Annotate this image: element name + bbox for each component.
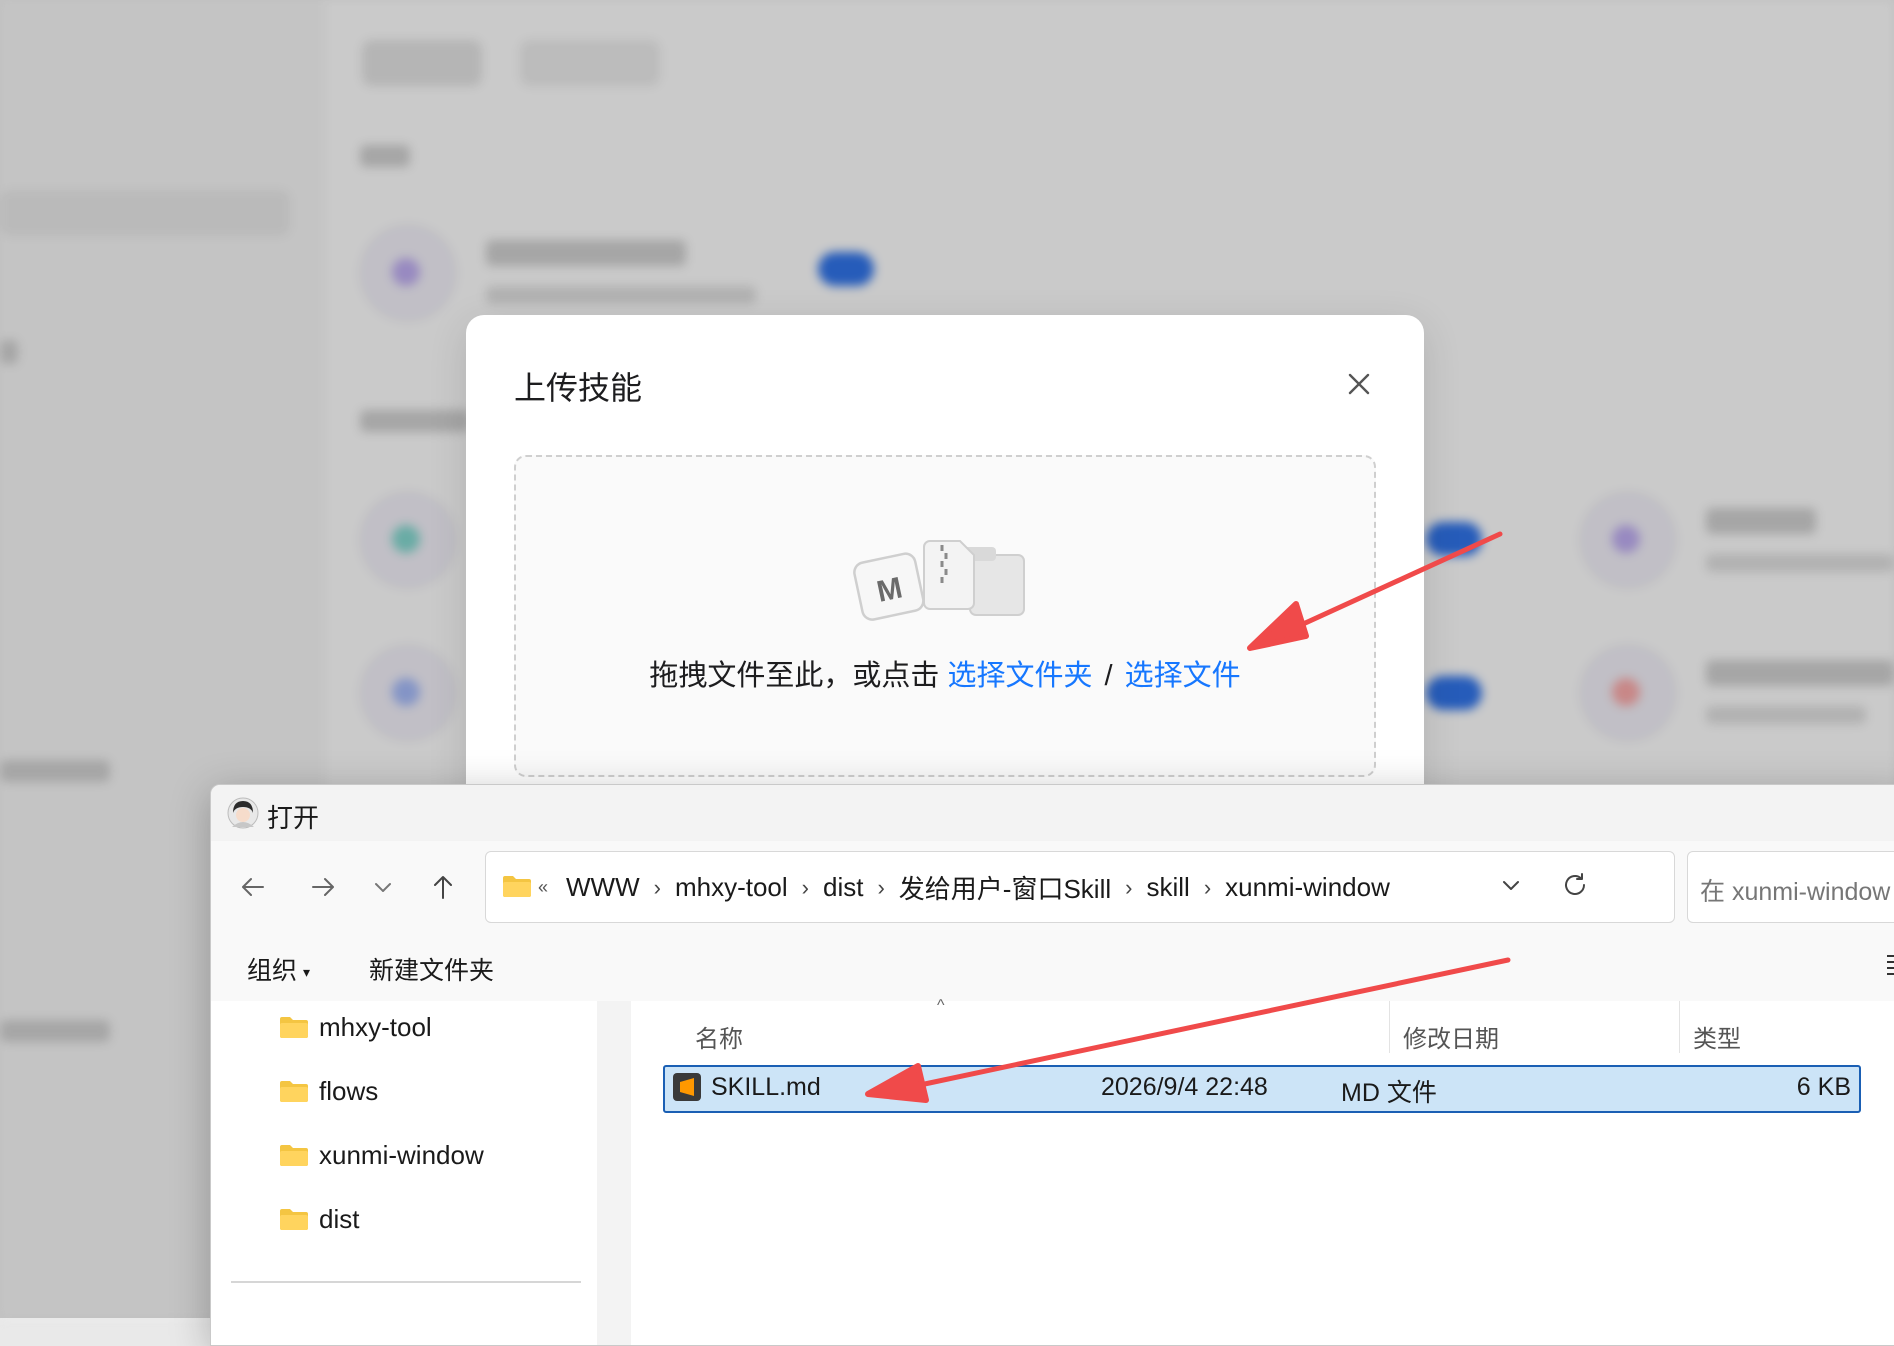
organize-menu-button[interactable]: 组织 ▾ [247, 951, 310, 987]
forward-arrow-icon[interactable] [301, 865, 345, 909]
breadcrumb-item[interactable]: mhxy-tool [675, 872, 788, 903]
up-arrow-icon[interactable] [421, 865, 465, 909]
modal-title: 上传技能 [514, 370, 643, 406]
breadcrumb-item[interactable]: skill [1146, 872, 1189, 903]
column-header-type[interactable]: 类型 [1693, 1019, 1741, 1054]
breadcrumb-item[interactable]: 发给用户-窗口Skill [899, 869, 1111, 906]
nav-item-flows[interactable]: flows [279, 1071, 378, 1111]
avatar-icon [227, 797, 259, 829]
search-placeholder: 在 xunmi-window [1700, 878, 1891, 906]
chevron-right-icon[interactable]: › [877, 875, 884, 901]
address-bar[interactable]: « WWW › mhxy-tool › dist › 发给用户-窗口Skill … [485, 851, 1675, 923]
folder-icon [502, 874, 532, 903]
breadcrumb-item[interactable]: xunmi-window [1225, 872, 1390, 903]
nav-item-label: flows [319, 1075, 379, 1106]
column-header-name[interactable]: 名称 [695, 1019, 743, 1054]
navigation-bar: « WWW › mhxy-tool › dist › 发给用户-窗口Skill … [211, 841, 1894, 931]
back-arrow-icon[interactable] [231, 865, 275, 909]
file-list: 名称 ^ 修改日期 类型 大小 SKILL.md 2026/9/4 22:48 … [631, 997, 1894, 1345]
column-divider[interactable] [1389, 1001, 1390, 1053]
column-divider[interactable] [1679, 1001, 1680, 1053]
pane-splitter[interactable] [597, 1001, 631, 1345]
breadcrumb-overflow[interactable]: « [538, 877, 548, 898]
chevron-right-icon[interactable]: › [654, 875, 661, 901]
navigation-pane: mhxy-tool flows xunmi-window dist [211, 1001, 597, 1345]
select-file-link[interactable]: 选择文件 [1125, 660, 1241, 692]
breadcrumb-item[interactable]: dist [823, 872, 863, 903]
sublime-text-icon [673, 1073, 701, 1101]
chevron-right-icon[interactable]: › [802, 875, 809, 901]
markdown-file-icon: M [852, 537, 1032, 627]
breadcrumb-item[interactable]: WWW [566, 872, 640, 903]
file-modified: 2026/9/4 22:48 [1101, 1073, 1268, 1101]
nav-item-xunmi-window[interactable]: xunmi-window [279, 1135, 484, 1175]
chevron-down-icon[interactable] [1498, 872, 1524, 898]
nav-item-mhxy-tool[interactable]: mhxy-tool [279, 1007, 432, 1047]
chevron-down-icon[interactable] [361, 865, 405, 909]
chevron-right-icon[interactable]: › [1125, 875, 1132, 901]
open-file-dialog: 打开 « WWW › mhxy-tool › dist › 发给用户-窗口Ski… [210, 784, 1894, 1346]
dialog-title: 打开 [267, 803, 320, 833]
file-dropzone[interactable]: M 拖拽文件至此，或点击 选择文件夹 / 选择文件 [514, 455, 1376, 777]
dropzone-instructions: 拖拽文件至此，或点击 选择文件夹 / 选择文件 [516, 652, 1374, 694]
nav-item-label: xunmi-window [319, 1139, 484, 1170]
close-icon[interactable] [1342, 367, 1376, 401]
folder-icon [280, 1017, 308, 1038]
refresh-icon[interactable] [1560, 870, 1590, 900]
link-separator: / [1104, 660, 1113, 692]
file-type: MD 文件 [1341, 1079, 1437, 1107]
select-folder-link[interactable]: 选择文件夹 [947, 660, 1092, 692]
search-input[interactable]: 在 xunmi-window [1687, 851, 1894, 923]
nav-item-label: mhxy-tool [319, 1011, 432, 1042]
folder-icon [280, 1145, 308, 1166]
dropzone-prompt: 拖拽文件至此，或点击 [649, 660, 940, 692]
file-row-selected[interactable]: SKILL.md 2026/9/4 22:48 MD 文件 6 KB [663, 1065, 1861, 1113]
column-header-modified[interactable]: 修改日期 [1403, 1019, 1499, 1054]
sort-ascending-icon: ^ [937, 997, 945, 1014]
nav-item-label: dist [319, 1203, 360, 1234]
dialog-titlebar[interactable]: 打开 [211, 785, 1894, 841]
command-bar: 组织 ▾ 新建文件夹 [211, 931, 1894, 1002]
chevron-right-icon[interactable]: › [1204, 875, 1211, 901]
organize-label: 组织 [247, 957, 298, 985]
caret-down-icon: ▾ [303, 963, 311, 980]
details-view-icon[interactable] [1881, 949, 1894, 979]
new-folder-button[interactable]: 新建文件夹 [369, 951, 494, 987]
breadcrumb: « WWW › mhxy-tool › dist › 发给用户-窗口Skill … [538, 869, 1390, 906]
folder-icon [280, 1081, 308, 1102]
divider [231, 1281, 581, 1283]
folder-icon [280, 1209, 308, 1230]
upload-skill-modal: 上传技能 M 拖拽文件至此，或点击 选择文件夹 / 选择文件 [466, 315, 1424, 855]
file-name: SKILL.md [711, 1073, 821, 1101]
file-size: 6 KB [1796, 1073, 1851, 1101]
nav-item-dist[interactable]: dist [279, 1199, 359, 1239]
